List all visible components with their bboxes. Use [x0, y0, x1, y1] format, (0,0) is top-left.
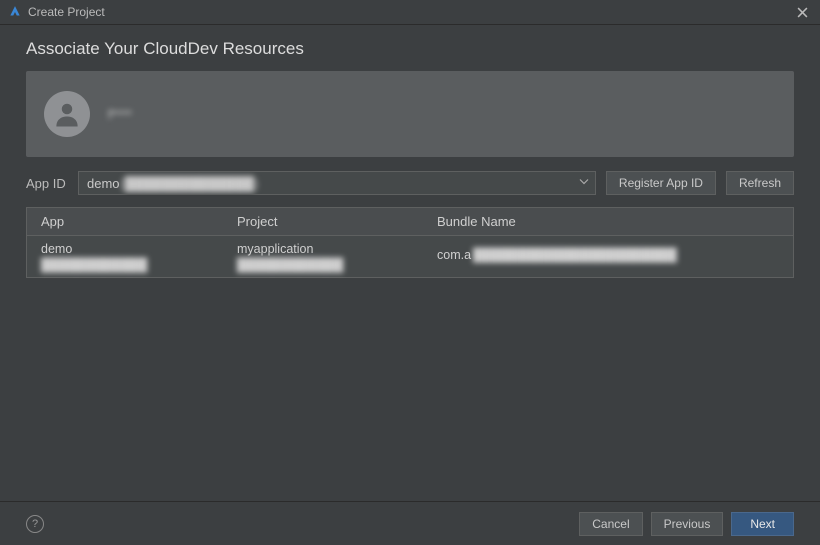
window-title: Create Project [28, 5, 105, 19]
column-header-app: App [27, 214, 237, 229]
titlebar: Create Project [0, 0, 820, 25]
project-name: myapplication [237, 242, 437, 256]
close-icon[interactable] [792, 2, 812, 22]
avatar [44, 91, 90, 137]
footer-bar: ? Cancel Previous Next [0, 501, 820, 545]
appid-select-prefix: demo [87, 176, 120, 191]
app-subtext: ████████████ [41, 258, 237, 272]
cell-bundle: com.a ███████████████████████ [437, 242, 793, 262]
column-header-project: Project [237, 214, 437, 229]
page-title: Associate Your CloudDev Resources [26, 39, 794, 59]
project-subtext: ████████████ [237, 258, 437, 272]
username-text: f**** [108, 107, 132, 122]
register-app-id-button[interactable]: Register App ID [606, 171, 716, 195]
bundle-prefix: com.a [437, 248, 471, 262]
previous-button[interactable]: Previous [651, 512, 724, 536]
app-logo-icon [8, 5, 22, 19]
chevron-down-icon [579, 177, 589, 190]
help-icon[interactable]: ? [26, 515, 44, 533]
cell-project: myapplication ████████████ [237, 242, 437, 272]
bundle-obscured: ███████████████████████ [473, 248, 677, 262]
table-header: App Project Bundle Name [27, 208, 793, 235]
appid-select-obscured: (██████████████) [121, 176, 259, 191]
next-button[interactable]: Next [731, 512, 794, 536]
table-row[interactable]: demo ████████████ myapplication ████████… [27, 235, 793, 277]
content-area: Associate Your CloudDev Resources f**** … [0, 25, 820, 501]
refresh-button[interactable]: Refresh [726, 171, 794, 195]
appid-select[interactable]: demo (██████████████) [78, 171, 596, 195]
cell-app: demo ████████████ [27, 242, 237, 272]
app-name: demo [41, 242, 237, 256]
appid-row: App ID demo (██████████████) Register Ap… [26, 171, 794, 195]
cancel-button[interactable]: Cancel [579, 512, 642, 536]
apps-table: App Project Bundle Name demo ███████████… [26, 207, 794, 278]
user-card: f**** [26, 71, 794, 157]
column-header-bundle: Bundle Name [437, 214, 793, 229]
appid-label: App ID [26, 176, 68, 191]
